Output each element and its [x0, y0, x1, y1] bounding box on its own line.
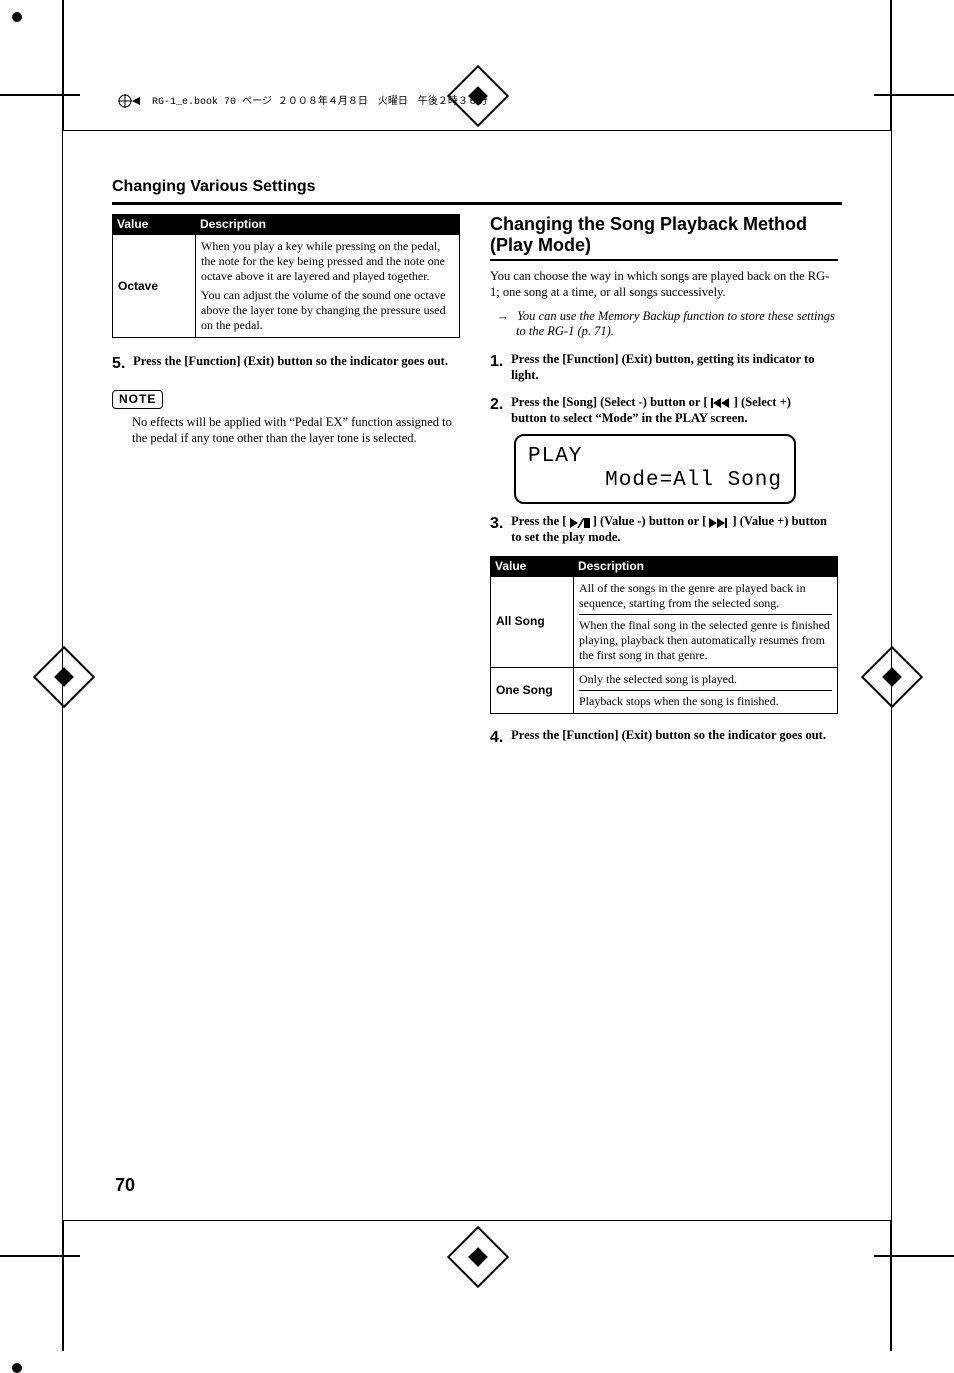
intro-text: You can choose the way in which songs ar… [490, 269, 838, 300]
step-4: 4. Press the [Function] (Exit) button so… [490, 728, 838, 748]
step-3: 3. Press the [ ] (Value -) button or [ ]… [490, 514, 838, 545]
next-track-icon [709, 518, 729, 528]
lcd-line-1: PLAY [528, 444, 582, 470]
subsection-rule [490, 259, 838, 261]
prev-track-icon [711, 398, 731, 408]
note-body: No effects will be applied with “Pedal E… [132, 415, 460, 446]
onesong-b: Playback stops when the song is finished… [579, 694, 832, 709]
cropmark-mid-left [42, 655, 84, 697]
step-text: Press the [ ] (Value -) button or [ ] (V… [511, 514, 829, 545]
right-column: Changing the Song Playback Method (Play … [490, 214, 838, 748]
subsection-title: Changing the Song Playback Method (Play … [490, 214, 838, 255]
onesong-a: Only the selected song is played. [579, 672, 832, 691]
allsong-b: When the final song in the selected genr… [579, 618, 832, 663]
table-row-body: When you play a key while pressing on th… [196, 235, 460, 338]
step-2: 2. Press the [Song] (Select -) button or… [490, 395, 838, 426]
table-row-body: Only the selected song is played. Playba… [574, 667, 838, 713]
step-text: Press the [Function] (Exit) button so th… [511, 728, 829, 744]
allsong-a: All of the songs in the genre are played… [579, 581, 832, 615]
table-header-desc: Description [574, 556, 838, 576]
arrow-icon: → [504, 309, 514, 325]
step-number: 4. [490, 728, 508, 748]
register-mark-icon [118, 94, 146, 108]
page-runner: RG-1_e.book 70 ページ ２００８年４月８日 火曜日 午後２時３６分 [118, 92, 488, 108]
step-number: 2. [490, 395, 508, 415]
octave-table: Value Description Octave When you play a… [112, 214, 460, 338]
step-text: Press the [Song] (Select -) button or [ … [511, 395, 829, 426]
step-number: 5. [112, 354, 130, 374]
table-row-label: Octave [113, 235, 196, 338]
table-header-value: Value [113, 215, 196, 235]
page-title: Changing Various Settings [112, 178, 842, 196]
left-column: Value Description Octave When you play a… [112, 214, 460, 748]
lcd-display: PLAY Mode=All Song [514, 434, 796, 504]
table-row-body: All of the songs in the genre are played… [574, 576, 838, 667]
table-header-desc: Description [196, 215, 460, 235]
note-label: NOTE [112, 390, 163, 409]
reference-body: You can use the Memory Backup function t… [516, 309, 835, 339]
step3-text-b: ] (Value -) button or [ [590, 514, 710, 528]
step-text: Press the [Function] (Exit) button, gett… [511, 352, 829, 383]
table-row-label: All Song [491, 576, 574, 667]
table-row-body-b: You can adjust the volume of the sound o… [201, 288, 454, 333]
playmode-table: Value Description All Song All of the so… [490, 556, 838, 714]
table-header-value: Value [491, 556, 574, 576]
header-rule [112, 202, 842, 205]
step-5: 5. Press the [Function] (Exit) button so… [112, 354, 460, 374]
table-row-body-a: When you play a key while pressing on th… [201, 239, 454, 284]
play-stop-icon [570, 518, 590, 528]
reference-text: → You can use the Memory Backup function… [504, 309, 838, 340]
step3-text-a: Press the [ [511, 514, 569, 528]
lcd-line-2: Mode=All Song [605, 468, 782, 494]
step2-text-a: Press the [Song] (Select -) button or [ [511, 395, 711, 409]
step-text: Press the [Function] (Exit) button so th… [133, 354, 451, 370]
step-number: 3. [490, 514, 508, 534]
cropmark-mid-bottom [456, 1235, 498, 1277]
table-row-label: One Song [491, 667, 574, 713]
step-1: 1. Press the [Function] (Exit) button, g… [490, 352, 838, 383]
section-header: Changing Various Settings [112, 178, 842, 205]
step-number: 1. [490, 352, 508, 372]
page-number: 70 [115, 1175, 135, 1196]
subsection-header: Changing the Song Playback Method (Play … [490, 214, 838, 261]
